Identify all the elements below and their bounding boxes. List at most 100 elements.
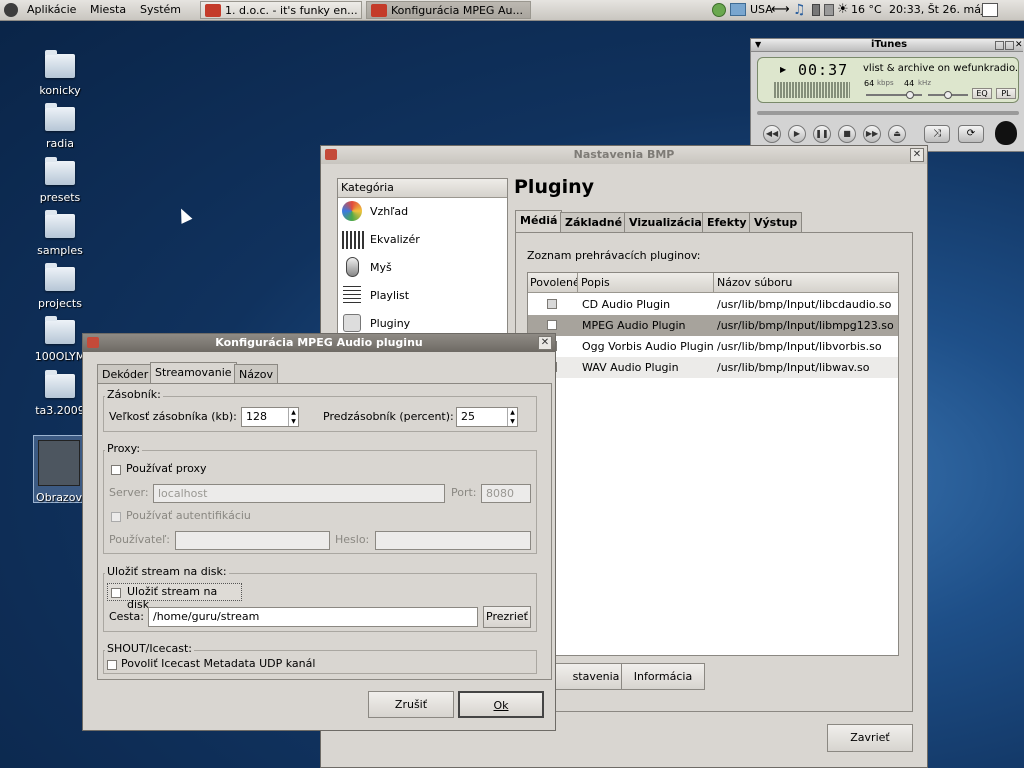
eq-button[interactable]: EQ <box>972 88 992 99</box>
mouse-cursor-icon <box>175 206 193 224</box>
use-proxy-label: Používať proxy <box>126 462 207 475</box>
previous-button[interactable]: ◀◀ <box>763 125 781 143</box>
save-stream-checkbox[interactable] <box>111 588 121 598</box>
battery-icon[interactable] <box>812 4 820 16</box>
weather-icon[interactable]: ☀ <box>837 0 849 20</box>
table-row[interactable]: CD Audio Plugin /usr/lib/bmp/Input/libcd… <box>528 294 898 315</box>
playback-time[interactable]: 00:37 <box>798 61 848 79</box>
enabled-checkbox[interactable] <box>547 299 557 309</box>
apple-logo-icon[interactable] <box>995 121 1017 145</box>
folder-icon <box>45 316 75 344</box>
column-header-description[interactable]: Popis <box>578 273 714 293</box>
save-stream-check-row[interactable]: Uložiť stream na disk <box>107 583 242 611</box>
clock[interactable]: 20:33, Št 26. máj <box>889 0 984 20</box>
close-button[interactable]: Zavrieť <box>827 724 913 752</box>
minimize-icon[interactable] <box>995 41 1004 50</box>
menu-system[interactable]: Systém <box>140 0 181 20</box>
gnome-foot-icon[interactable] <box>4 3 18 17</box>
spectrum-visualizer[interactable] <box>774 82 850 98</box>
playlist-button[interactable]: PL <box>996 88 1016 99</box>
next-button[interactable]: ▶▶ <box>863 125 881 143</box>
desktop-folder-samples[interactable]: samples <box>20 210 100 257</box>
category-item-mouse[interactable]: Myš <box>338 255 507 281</box>
tab-decoder[interactable]: Dekóder <box>97 364 154 384</box>
category-item-playlist[interactable]: Playlist <box>338 283 507 309</box>
close-icon[interactable]: ✕ <box>910 148 924 162</box>
browse-button[interactable]: Prezrieť <box>483 606 531 628</box>
desktop-folder-projects[interactable]: projects <box>20 263 100 310</box>
play-button[interactable]: ▶ <box>788 125 806 143</box>
desktop-folder-radia[interactable]: radia <box>20 103 100 150</box>
balance-knob[interactable] <box>944 91 952 99</box>
trash-icon[interactable] <box>824 4 834 16</box>
menu-applications[interactable]: Aplikácie <box>27 0 76 20</box>
volume-slider[interactable] <box>866 91 922 99</box>
eject-button[interactable]: ⏏ <box>888 125 906 143</box>
show-desktop-icon[interactable] <box>982 3 998 17</box>
keyboard-layout[interactable]: USA <box>750 0 773 20</box>
password-label: Heslo: <box>335 533 370 546</box>
tab-basic[interactable]: Základné <box>560 212 628 232</box>
use-proxy-checkbox[interactable] <box>111 465 121 475</box>
network-icon[interactable] <box>712 3 726 17</box>
taskbar-item-music[interactable]: 1. d.o.c. - it's funky en... <box>200 1 362 19</box>
buffer-size-spinner[interactable]: 128 ▲ ▼ <box>241 407 299 427</box>
table-row[interactable]: MPEG Audio Plugin /usr/lib/bmp/Input/lib… <box>528 315 898 336</box>
image-icon[interactable] <box>730 3 746 16</box>
category-item-appearance[interactable]: Vzhľad <box>338 199 507 225</box>
category-item-equalizer[interactable]: Ekvalizér <box>338 227 507 253</box>
shade-icon[interactable] <box>1005 41 1014 50</box>
table-row[interactable]: Ogg Vorbis Audio Plugin /usr/lib/bmp/Inp… <box>528 336 898 357</box>
seek-bar[interactable] <box>757 111 1019 115</box>
password-input[interactable] <box>375 531 531 550</box>
desktop-folder-konicky[interactable]: konicky <box>20 50 100 97</box>
prebuffer-label: Predzásobník (percent): <box>323 410 454 423</box>
spin-arrows-icon[interactable]: ▲ ▼ <box>288 408 298 426</box>
user-input[interactable] <box>175 531 330 550</box>
music-note-icon[interactable]: ♫ <box>793 0 806 20</box>
stop-button[interactable]: ■ <box>838 125 856 143</box>
bmp-app-icon <box>371 4 387 17</box>
cancel-button[interactable]: Zrušiť <box>368 691 454 718</box>
balance-slider[interactable] <box>928 91 968 99</box>
close-icon[interactable]: ✕ <box>1015 39 1023 51</box>
server-input[interactable]: localhost <box>153 484 445 503</box>
spin-arrows-icon[interactable]: ▲ ▼ <box>507 408 517 426</box>
mouse-icon <box>346 257 359 277</box>
tab-effects[interactable]: Efekty <box>702 212 752 232</box>
image-thumbnail-icon <box>38 440 80 486</box>
desktop-file-obrazov[interactable]: Obrazov <box>33 435 85 504</box>
mpeg-config-titlebar[interactable]: Konfigurácia MPEG Audio pluginu ✕ <box>83 334 555 352</box>
prebuffer-spinner[interactable]: 25 ▲ ▼ <box>456 407 518 427</box>
weather-temperature[interactable]: 16 °C <box>851 0 882 20</box>
port-label: Port: <box>451 486 477 499</box>
icecast-udp-checkbox[interactable] <box>107 660 117 670</box>
player-titlebar[interactable]: ▼ iTunes ✕ <box>751 39 1023 52</box>
menu-places[interactable]: Miesta <box>90 0 126 20</box>
path-input[interactable]: /home/guru/stream <box>148 607 478 627</box>
enabled-checkbox[interactable] <box>547 320 557 330</box>
arrows-icon[interactable]: ⟷ <box>771 0 790 20</box>
desktop-folder-presets[interactable]: presets <box>20 157 100 204</box>
taskbar-item-mpeg-config[interactable]: Konfigurácia MPEG Au... <box>366 1 531 19</box>
volume-knob[interactable] <box>906 91 914 99</box>
plugin-info-button[interactable]: Informácia <box>621 663 705 690</box>
use-auth-checkbox[interactable] <box>111 512 121 522</box>
pause-button[interactable]: ❚❚ <box>813 125 831 143</box>
repeat-button[interactable]: ⟳ <box>958 125 984 143</box>
table-row[interactable]: WAV Audio Plugin /usr/lib/bmp/Input/libw… <box>528 357 898 378</box>
column-header-enabled[interactable]: Povolené <box>528 273 578 293</box>
close-icon[interactable]: ✕ <box>538 336 552 350</box>
tab-media[interactable]: Médiá <box>515 210 563 232</box>
category-header[interactable]: Kategória <box>338 179 507 198</box>
shuffle-button[interactable]: ⤨ <box>924 125 950 143</box>
tab-output[interactable]: Výstup <box>749 212 803 232</box>
bmp-preferences-titlebar[interactable]: Nastavenia BMP ✕ <box>321 146 927 164</box>
tab-streaming[interactable]: Streamovanie <box>150 362 237 384</box>
column-header-filename[interactable]: Názov súboru <box>714 273 898 293</box>
tab-visualization[interactable]: Vizualizácia <box>624 212 707 232</box>
tab-title[interactable]: Názov <box>234 364 278 384</box>
menu-arrow-icon[interactable]: ▼ <box>755 39 761 51</box>
port-input[interactable]: 8080 <box>481 484 531 503</box>
ok-button[interactable]: Ok <box>458 691 544 718</box>
